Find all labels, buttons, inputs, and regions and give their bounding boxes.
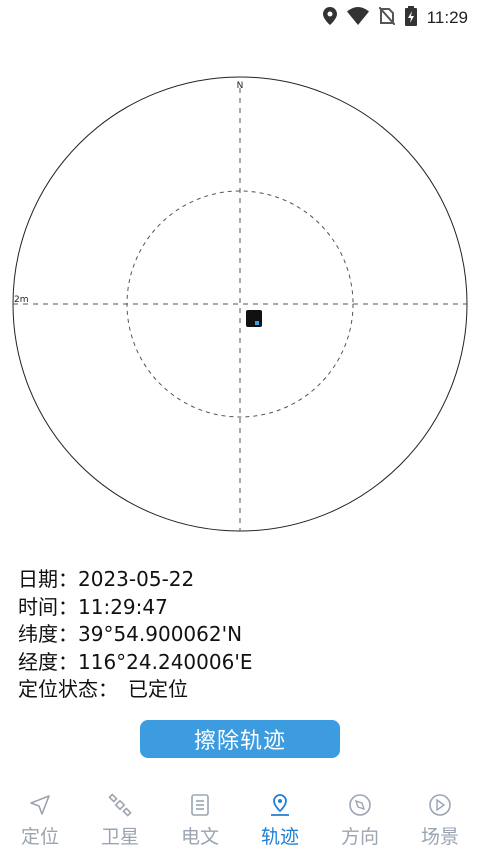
date-row: 日期： 2023-05-22 bbox=[18, 566, 252, 594]
fix-status-row: 定位状态： 已定位 bbox=[18, 676, 252, 704]
fix-status-label: 定位状态： bbox=[18, 677, 118, 701]
latitude-value: 39°54.900062'N bbox=[78, 622, 243, 646]
longitude-label: 经度： bbox=[18, 649, 78, 674]
tab-label: 轨迹 bbox=[260, 826, 299, 848]
navigation-arrow-icon bbox=[27, 792, 53, 818]
tab-track[interactable]: 轨迹 bbox=[240, 788, 320, 852]
clear-track-button[interactable]: 擦除轨迹 bbox=[140, 720, 340, 758]
date-label: 日期： bbox=[18, 567, 78, 591]
scene-icon bbox=[427, 792, 453, 818]
latitude-row: 纬度： 39°54.900062'N bbox=[18, 621, 252, 649]
date-value: 2023-05-22 bbox=[78, 567, 195, 591]
tab-label: 方向 bbox=[340, 826, 379, 848]
tab-scene[interactable]: 场景 bbox=[400, 788, 480, 852]
tab-label: 卫星 bbox=[100, 826, 139, 848]
inner-range-circle bbox=[126, 190, 354, 418]
scale-label: 2m bbox=[14, 295, 29, 305]
position-marker bbox=[246, 310, 262, 327]
time-row: 时间： 11:29:47 bbox=[18, 594, 252, 622]
tab-label: 场景 bbox=[420, 826, 459, 848]
satellite-icon bbox=[107, 792, 133, 818]
tab-message[interactable]: 电文 bbox=[160, 788, 240, 852]
longitude-row: 经度： 116°24.240006'E bbox=[18, 649, 252, 677]
tab-label: 电文 bbox=[180, 826, 219, 848]
status-time: 11:29 bbox=[426, 8, 468, 27]
status-bar: 11:29 bbox=[0, 0, 480, 34]
wifi-icon bbox=[346, 7, 369, 29]
fix-status-value: 已定位 bbox=[128, 677, 188, 701]
track-pin-icon bbox=[267, 792, 293, 818]
location-icon bbox=[322, 7, 337, 29]
longitude-value: 116°24.240006'E bbox=[78, 649, 253, 674]
track-radar-view[interactable]: N 2m bbox=[0, 70, 480, 540]
tab-position[interactable]: 定位 bbox=[0, 788, 80, 852]
latitude-label: 纬度： bbox=[18, 622, 78, 646]
battery-charging-icon bbox=[404, 6, 417, 30]
gnss-info-panel: 日期： 2023-05-22 时间： 11:29:47 纬度： 39°54.90… bbox=[18, 566, 252, 704]
tab-satellite[interactable]: 卫星 bbox=[80, 788, 160, 852]
document-icon bbox=[187, 792, 213, 818]
compass-icon bbox=[347, 792, 373, 818]
tab-label: 定位 bbox=[20, 826, 59, 848]
bottom-nav: 定位 卫星 电文 轨迹 方向 场景 bbox=[0, 788, 480, 852]
time-value: 11:29:47 bbox=[78, 594, 168, 619]
time-label: 时间： bbox=[18, 594, 78, 619]
north-label: N bbox=[237, 81, 244, 91]
tab-direction[interactable]: 方向 bbox=[320, 788, 400, 852]
no-sim-icon bbox=[377, 6, 396, 29]
